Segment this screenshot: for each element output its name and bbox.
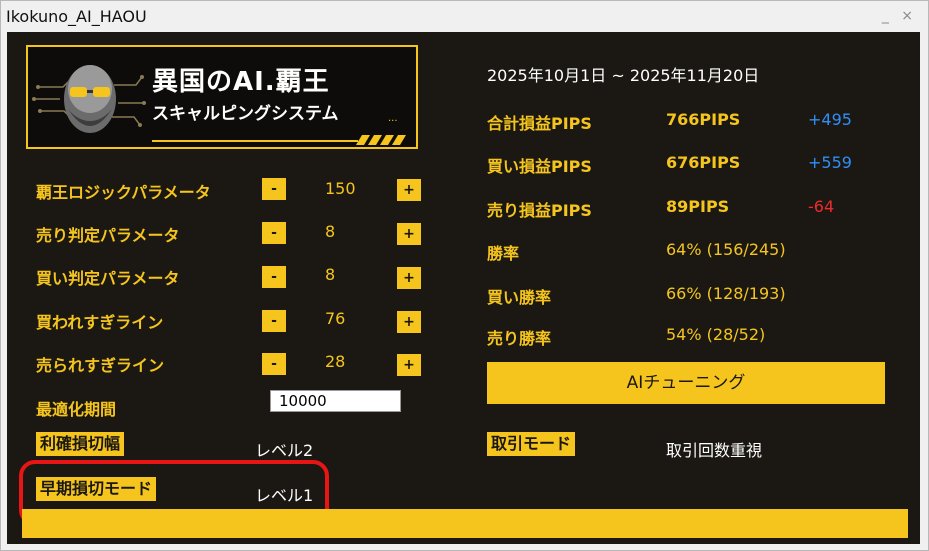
param-minus-button-sell-judge[interactable]: - <box>262 222 286 244</box>
trade-mode-button[interactable]: 取引モード <box>487 432 576 456</box>
stats-value-total-pips: 766PIPS <box>666 110 741 129</box>
param-minus-button-overbought[interactable]: - <box>262 310 286 332</box>
param-label-buy-judge: 買い判定パラメータ <box>36 269 180 288</box>
param-label-haou-logic: 覇王ロジックパラメータ <box>36 183 211 202</box>
param-minus-button-oversold[interactable]: - <box>262 353 286 375</box>
param-label-sell-judge: 売り判定パラメータ <box>36 226 180 245</box>
logo-banner: 異国のAI.覇王 スキャルピングシステム ... <box>26 45 418 149</box>
logo-mark: ... <box>388 113 398 124</box>
optimization-period-label: 最適化期間 <box>36 400 117 419</box>
param-minus-button-buy-judge[interactable]: - <box>262 266 286 288</box>
stats-value-buy-win-rate: 66% (128/193) <box>666 284 786 303</box>
stats-label-buy-pips: 買い損益PIPS <box>487 157 592 176</box>
param-label-oversold: 売られすぎライン <box>36 356 165 375</box>
param-plus-button-sell-judge[interactable]: + <box>397 223 421 245</box>
ai-tuning-button[interactable]: AIチューニング <box>487 362 885 404</box>
stats-label-total-pips: 合計損益PIPS <box>487 114 592 133</box>
progress-bar <box>22 509 908 538</box>
stats-delta-total-pips: +495 <box>808 110 852 129</box>
param-value-oversold: 28 <box>325 352 346 371</box>
stats-delta-buy-pips: +559 <box>808 153 852 172</box>
stats-value-buy-pips: 676PIPS <box>666 153 741 172</box>
logo-subtitle: スキャルピングシステム <box>152 104 339 124</box>
stats-period: 2025年10月1日 ~ 2025年11月20日 <box>487 66 760 85</box>
stats-label-sell-win-rate: 売り勝率 <box>487 329 552 348</box>
tp-sl-width-value: レベル2 <box>255 441 314 460</box>
param-value-buy-judge: 8 <box>325 265 336 284</box>
window-title: Ikokuno_AI_HAOU <box>6 7 147 26</box>
logo-title: 異国のAI.覇王 <box>152 67 330 97</box>
param-value-sell-judge: 8 <box>325 222 336 241</box>
stats-label-buy-win-rate: 買い勝率 <box>487 288 552 307</box>
stats-label-win-rate: 勝率 <box>487 244 520 263</box>
param-plus-button-overbought[interactable]: + <box>397 311 421 333</box>
param-minus-button-haou-logic[interactable]: - <box>262 178 286 200</box>
param-value-overbought: 76 <box>325 309 346 328</box>
stats-value-win-rate: 64% (156/245) <box>666 240 786 259</box>
param-label-overbought: 買われすぎライン <box>36 313 164 332</box>
trade-mode-value: 取引回数重視 <box>666 441 763 460</box>
window-controls[interactable]: _ × <box>882 8 917 24</box>
param-plus-button-haou-logic[interactable]: + <box>397 179 421 201</box>
param-plus-button-buy-judge[interactable]: + <box>397 267 421 289</box>
tp-sl-width-button[interactable]: 利確損切幅 <box>36 432 125 456</box>
stats-value-sell-pips: 89PIPS <box>666 197 730 216</box>
param-value-haou-logic: 150 <box>325 179 356 198</box>
optimization-period-input[interactable] <box>270 390 401 412</box>
stats-delta-sell-pips: -64 <box>808 197 835 216</box>
param-plus-button-oversold[interactable]: + <box>397 354 421 376</box>
stats-label-sell-pips: 売り損益PIPS <box>487 201 592 220</box>
stats-value-sell-win-rate: 54% (28/52) <box>666 325 766 344</box>
